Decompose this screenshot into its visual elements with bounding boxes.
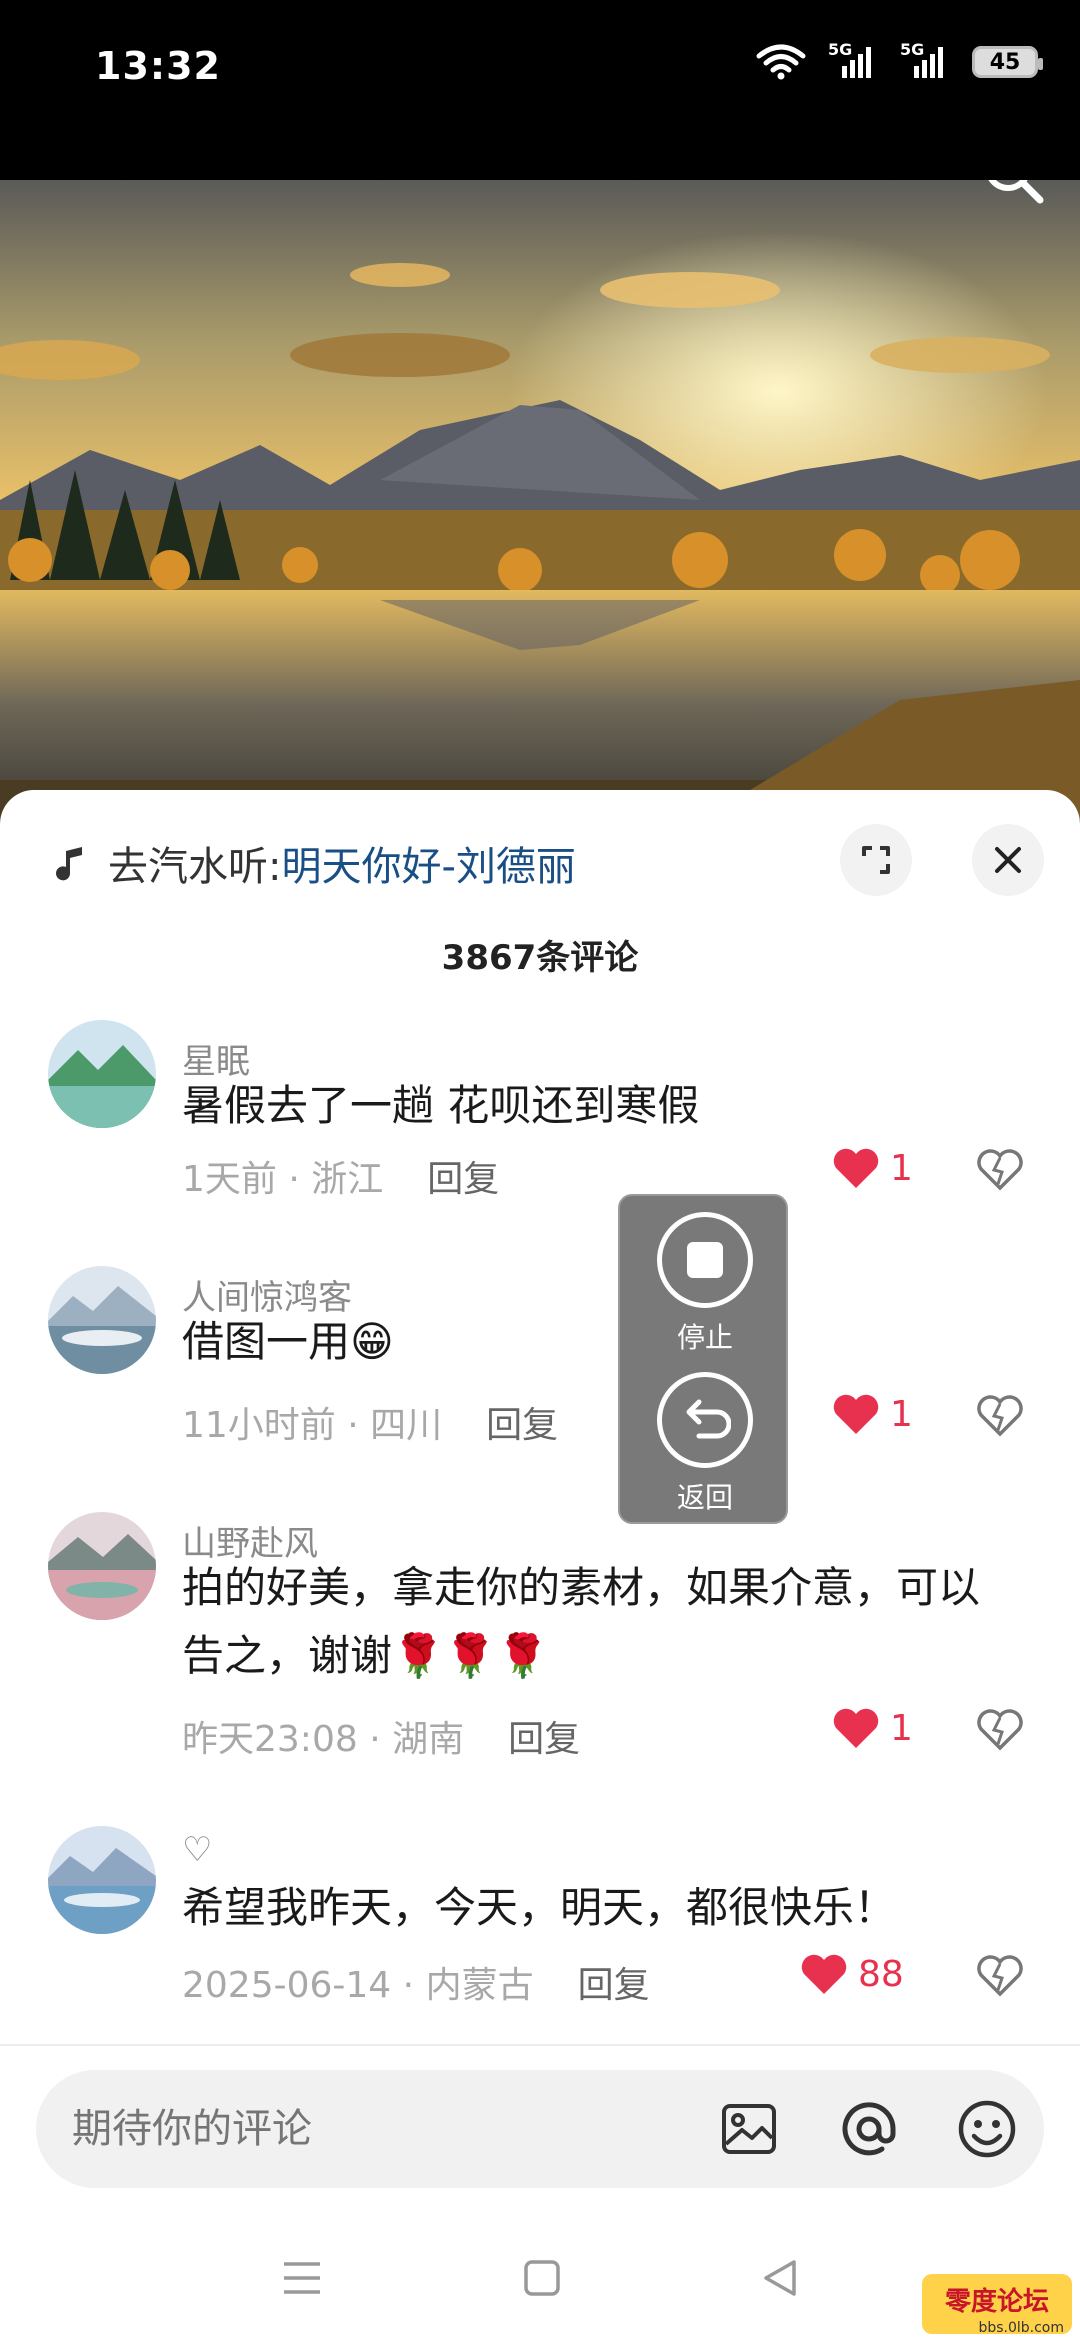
mention-icon[interactable] bbox=[836, 2096, 902, 2162]
forum-watermark: 零度论坛 bbs.0lb.com bbox=[922, 2274, 1072, 2338]
like-button[interactable]: 1 bbox=[832, 1706, 913, 1750]
back-button[interactable] bbox=[657, 1372, 753, 1468]
mountain-lake-image bbox=[0, 180, 1080, 820]
comment-input[interactable] bbox=[72, 2100, 672, 2158]
reply-button[interactable]: 回复 bbox=[508, 1719, 580, 1760]
reply-button[interactable]: 回复 bbox=[427, 1159, 499, 1200]
divider bbox=[0, 2044, 1080, 2046]
comment-text: 借图一用😁 bbox=[182, 1317, 394, 1366]
home-nav-icon[interactable] bbox=[520, 2256, 564, 2300]
emoji-icon[interactable] bbox=[954, 2096, 1020, 2162]
like-count: 1 bbox=[890, 1393, 913, 1435]
signal-5g-1: 5G bbox=[828, 40, 878, 80]
comment-time: 昨天23:08 bbox=[182, 1719, 358, 1760]
signal-5g-2: 5G bbox=[900, 40, 950, 80]
like-button[interactable]: 1 bbox=[832, 1146, 913, 1190]
comment-text: 拍的好美，拿走你的素材，如果介意，可以告之，谢谢🌹🌹🌹 bbox=[182, 1563, 981, 1680]
music-note-icon bbox=[56, 847, 82, 881]
back-nav-icon[interactable] bbox=[758, 2256, 802, 2300]
back-label: 返回 bbox=[676, 1481, 733, 1514]
expand-button[interactable] bbox=[840, 824, 912, 896]
music-prefix: 去汽水听: bbox=[108, 844, 282, 890]
comment-time: 2025-06-14 bbox=[182, 1965, 392, 2006]
stop-button[interactable] bbox=[657, 1212, 753, 1308]
comment-text: 暑假去了一趟 花呗还到寒假 bbox=[182, 1081, 700, 1130]
comment-meta: 11小时前 · 四川 回复 bbox=[182, 1405, 559, 1446]
comment-meta: 昨天23:08 · 湖南 回复 bbox=[182, 1719, 581, 1760]
comment-count: 3867条评论 bbox=[441, 938, 639, 978]
status-icons: 5G 5G 45 bbox=[756, 40, 1043, 80]
dislike-heart-icon[interactable] bbox=[976, 1148, 1024, 1192]
reply-button[interactable]: 回复 bbox=[578, 1965, 650, 2006]
recording-overlay: 停止 返回 bbox=[618, 1194, 788, 1524]
landscape-video[interactable] bbox=[0, 180, 1080, 820]
heart-filled-icon bbox=[833, 1708, 879, 1748]
comment-meta: 2025-06-14 · 内蒙古 回复 bbox=[182, 1965, 650, 2006]
avatar[interactable] bbox=[48, 1266, 156, 1374]
search-icon[interactable] bbox=[978, 180, 1050, 210]
like-count: 1 bbox=[890, 1707, 913, 1749]
comment-location: 内蒙古 bbox=[425, 1965, 534, 2006]
like-count: 1 bbox=[890, 1147, 913, 1189]
comment-time: 11小时前 bbox=[182, 1405, 336, 1446]
comment-meta: 1天前 · 浙江 回复 bbox=[182, 1159, 500, 1200]
menu-nav-icon[interactable] bbox=[280, 2256, 324, 2300]
wifi-icon bbox=[756, 44, 806, 80]
expand-icon bbox=[862, 846, 890, 874]
reply-button[interactable]: 回复 bbox=[486, 1405, 558, 1446]
undo-icon bbox=[686, 1399, 731, 1439]
music-song-title[interactable]: 明天你好-刘德丽 bbox=[281, 834, 575, 892]
heart-filled-icon bbox=[833, 1148, 879, 1188]
comment-location: 湖南 bbox=[392, 1719, 465, 1760]
like-button[interactable]: 88 bbox=[800, 1952, 904, 1996]
close-icon bbox=[995, 847, 1021, 873]
avatar[interactable] bbox=[48, 1512, 156, 1620]
like-count: 88 bbox=[858, 1953, 904, 1995]
heart-filled-icon bbox=[833, 1394, 879, 1434]
music-link[interactable]: 去汽水听: 明天你好-刘德丽 bbox=[52, 834, 576, 892]
stop-label: 停止 bbox=[676, 1321, 733, 1354]
like-button[interactable]: 1 bbox=[832, 1392, 913, 1436]
avatar[interactable] bbox=[48, 1020, 156, 1128]
image-icon[interactable] bbox=[716, 2096, 782, 2162]
comment-time: 1天前 bbox=[182, 1159, 277, 1200]
dislike-heart-icon[interactable] bbox=[976, 1708, 1024, 1752]
comment-input-bar[interactable] bbox=[36, 2070, 1044, 2188]
stop-icon bbox=[687, 1242, 723, 1278]
avatar[interactable] bbox=[48, 1826, 156, 1934]
comment-location: 浙江 bbox=[311, 1159, 384, 1200]
svg-text:零度论坛: 零度论坛 bbox=[945, 2286, 1049, 2317]
dislike-heart-icon[interactable] bbox=[976, 1394, 1024, 1438]
comment-text: 希望我昨天，今天，明天，都很快乐！ bbox=[182, 1883, 897, 1932]
comment-location: 四川 bbox=[370, 1405, 443, 1446]
dislike-heart-icon[interactable] bbox=[976, 1954, 1024, 1998]
battery-indicator: 45 bbox=[972, 46, 1043, 78]
watermark-url: bbs.0lb.com bbox=[978, 2320, 1064, 2336]
comment-username[interactable]: ♡ bbox=[182, 1830, 212, 1870]
status-bar: 13:32 5G 5G 45 bbox=[0, 0, 1080, 180]
close-button[interactable] bbox=[972, 824, 1044, 896]
heart-filled-icon bbox=[801, 1954, 847, 1994]
navigation-bar bbox=[0, 2220, 1080, 2344]
status-time: 13:32 bbox=[95, 44, 221, 88]
